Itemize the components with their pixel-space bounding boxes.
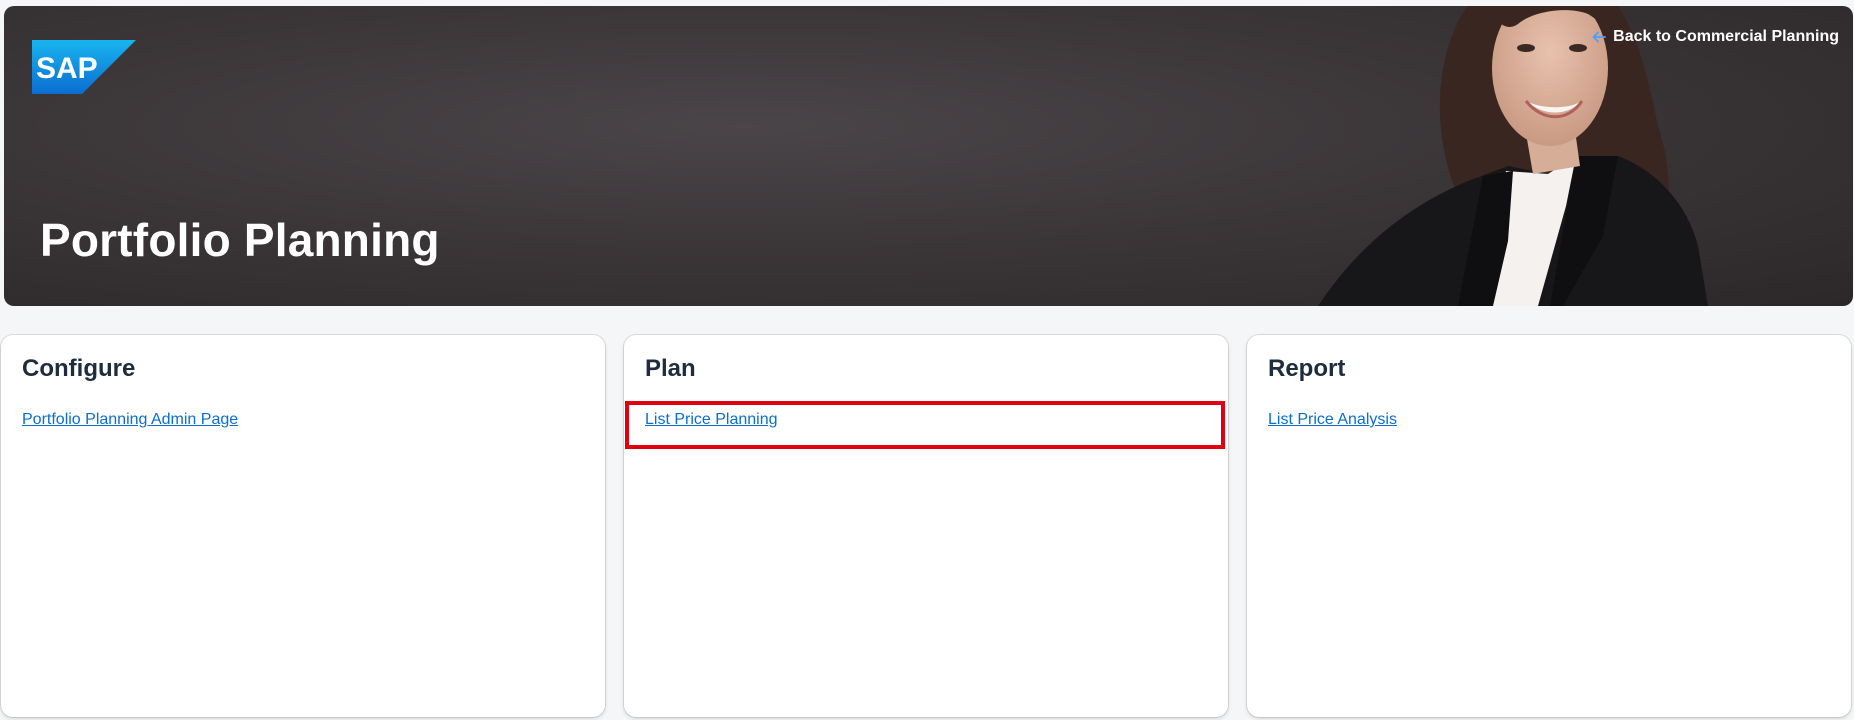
plan-card-title: Plan [645,355,696,382]
list-price-analysis-link[interactable]: List Price Analysis [1268,411,1397,429]
sap-logo-text: SAP [36,52,98,85]
portfolio-planning-admin-page-link[interactable]: Portfolio Planning Admin Page [22,411,238,429]
arrow-left-icon [1592,31,1607,43]
list-price-planning-link[interactable]: List Price Planning [645,411,778,429]
back-to-commercial-planning-link[interactable]: Back to Commercial Planning [1591,28,1839,46]
configure-card-title: Configure [22,355,136,382]
hero-banner: SAP Back to Commercial Planning Portfoli… [4,6,1853,306]
back-link-label: Back to Commercial Planning [1613,28,1839,45]
plan-card: Plan List Price Planning [624,335,1228,717]
report-card: Report List Price Analysis [1247,335,1851,717]
card-container: Configure Portfolio Planning Admin Page … [0,335,1854,717]
sap-logo: SAP [32,40,136,94]
page-title: Portfolio Planning [40,214,440,266]
hero-portrait-image [1318,6,1708,306]
report-card-title: Report [1268,355,1346,382]
configure-card: Configure Portfolio Planning Admin Page [1,335,605,717]
